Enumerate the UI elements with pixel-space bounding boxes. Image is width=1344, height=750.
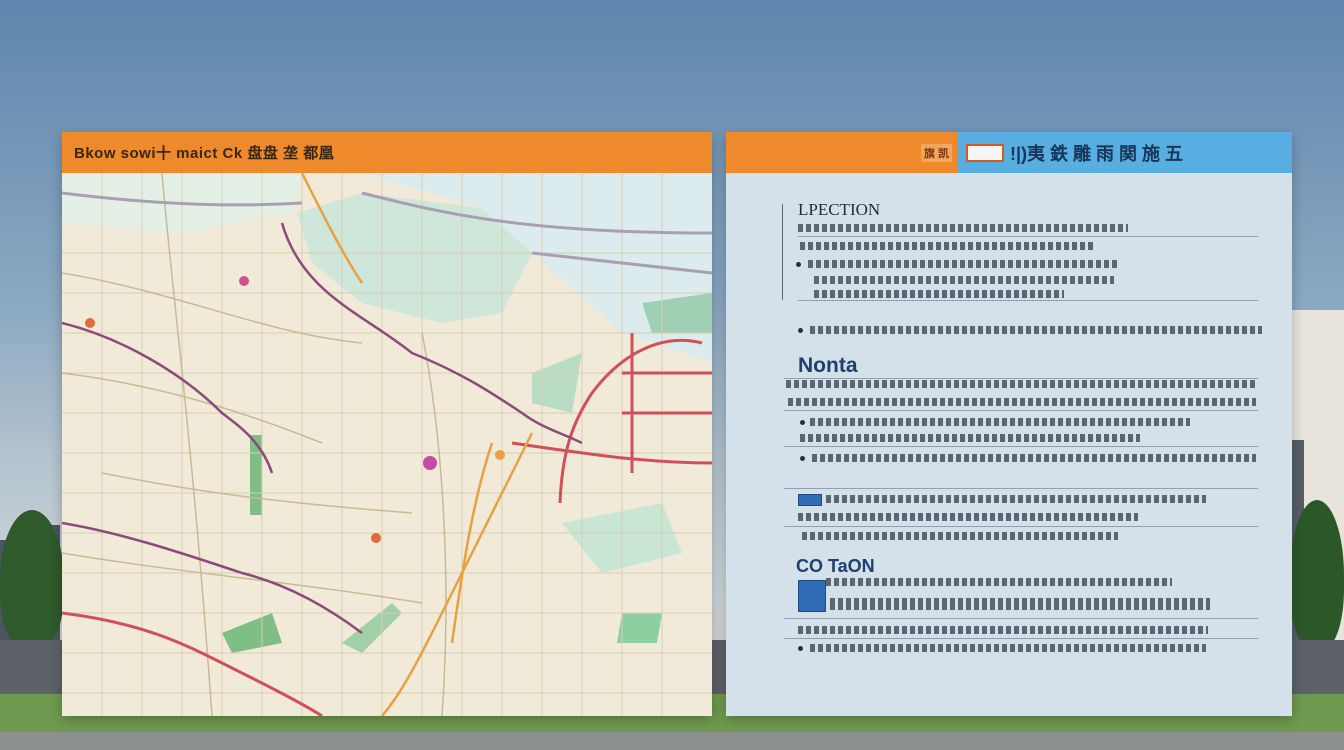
text-line — [798, 513, 1138, 521]
map-pin[interactable] — [239, 276, 249, 286]
text-line — [812, 454, 1256, 462]
city-map-graphic — [62, 173, 712, 716]
text-line — [802, 532, 1118, 540]
map-pin[interactable] — [85, 318, 95, 328]
text-line — [788, 398, 1256, 406]
section-1-title: LPECTION — [798, 200, 881, 219]
text-line — [830, 598, 1210, 610]
divider — [784, 618, 1258, 619]
sign-logo-icon — [966, 143, 1004, 162]
info-board: 旗 凯 !|)夷 鉄 雕 雨 関 施 五 LPECTION Nonta CO T… — [726, 132, 1292, 716]
divider — [784, 488, 1258, 489]
road — [0, 732, 1344, 750]
section-divider — [782, 204, 783, 300]
text-line — [798, 626, 1208, 634]
bullet — [798, 646, 803, 651]
text-line — [826, 578, 1172, 586]
info-header-right: !|)夷 鉄 雕 雨 関 施 五 — [958, 132, 1292, 173]
text-line — [810, 326, 1262, 334]
divider — [798, 236, 1258, 237]
text-line — [800, 242, 1096, 250]
map-pin[interactable] — [495, 450, 505, 460]
divider — [784, 410, 1258, 411]
text-line — [786, 380, 1256, 388]
info-header-left: 旗 凯 — [726, 132, 958, 173]
tree — [1290, 500, 1344, 650]
city-map[interactable] — [62, 173, 712, 716]
text-line — [814, 276, 1114, 284]
divider — [784, 526, 1258, 527]
text-line — [808, 260, 1118, 268]
bullet — [796, 262, 801, 267]
text-line — [798, 224, 1128, 232]
map-board-title: Bkow sowi十 maict Ck 盘盘 垄 都凰 — [74, 145, 335, 162]
text-line — [826, 495, 1206, 503]
section-3-title: CO TaON — [796, 556, 875, 576]
text-line — [810, 418, 1190, 426]
divider — [798, 300, 1258, 301]
map-pin[interactable] — [371, 533, 381, 543]
bullet — [800, 420, 805, 425]
tree — [0, 510, 64, 650]
info-header-right-label: !|)夷 鉄 雕 雨 関 施 五 — [1010, 143, 1184, 164]
text-line — [810, 644, 1206, 652]
map-pin[interactable] — [423, 456, 437, 470]
section-2-title: Nonta — [798, 354, 858, 377]
bullet — [800, 456, 805, 461]
marker-square — [798, 494, 822, 506]
divider — [784, 638, 1258, 639]
map-board: Bkow sowi十 maict Ck 盘盘 垄 都凰 — [62, 132, 712, 716]
text-line — [800, 434, 1140, 442]
text-line — [814, 290, 1064, 298]
info-header-left-label: 旗 凯 — [920, 143, 952, 162]
info-board-header: 旗 凯 !|)夷 鉄 雕 雨 関 施 五 — [726, 132, 1292, 173]
bullet — [798, 328, 803, 333]
divider — [784, 378, 1258, 379]
divider — [784, 446, 1258, 447]
map-board-header: Bkow sowi十 maict Ck 盘盘 垄 都凰 — [62, 132, 712, 173]
marker-square — [798, 580, 826, 612]
